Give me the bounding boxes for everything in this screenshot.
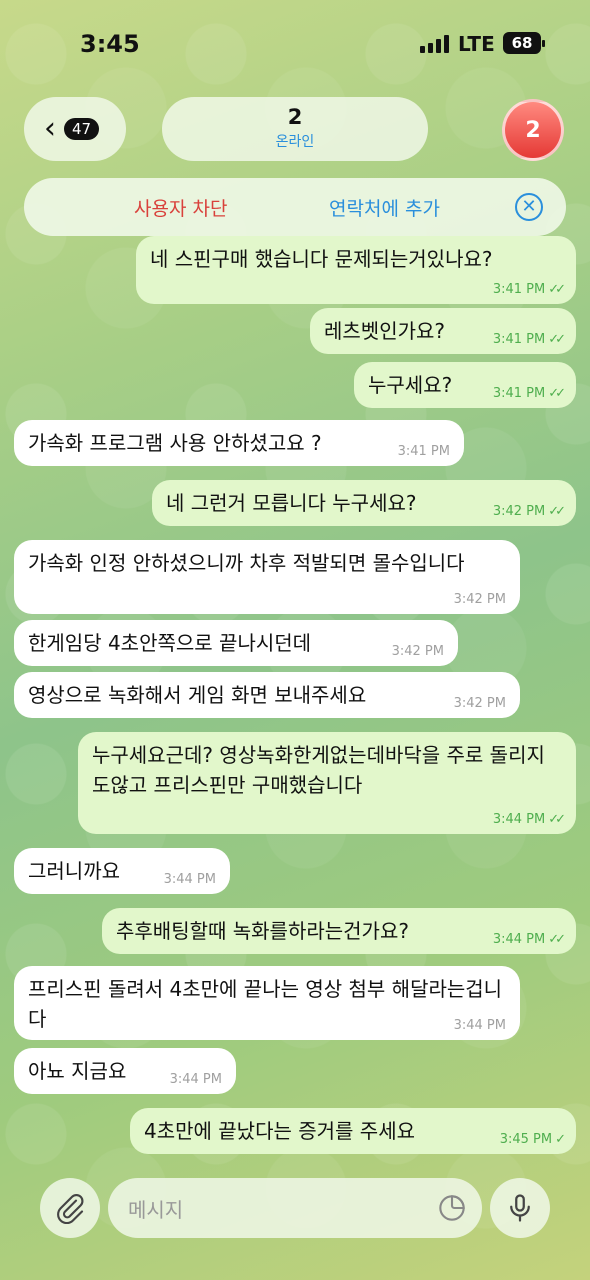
message-bubble[interactable]: 한게임당 4초안쪽으로 끝나시던데 3:42 PM (14, 620, 458, 666)
read-check-icon: ✓✓ (548, 812, 566, 827)
message-bubble[interactable]: 영상으로 녹화해서 게임 화면 보내주세요 3:42 PM (14, 672, 520, 718)
message-meta: 3:42 PM ✓✓ (492, 504, 566, 520)
network-label: LTE (458, 32, 495, 56)
message-bubble[interactable]: 프리스핀 돌려서 4초만에 끝나는 영상 첨부 해달라는겁니다 3:44 PM (14, 966, 520, 1040)
message-time: 3:42 PM (391, 644, 444, 659)
message-text: 프리스핀 돌려서 4초만에 끝나는 영상 첨부 해달라는겁니다 (28, 977, 503, 1031)
message-time: 3:41 PM (492, 332, 546, 347)
message-meta: 3:44 PM (164, 872, 216, 888)
sticker-icon[interactable] (438, 1194, 466, 1222)
message-bubble[interactable]: 4초만에 끝났다는 증거를 주세요 3:45 PM ✓ (130, 1108, 576, 1154)
message-meta: 3:44 PM (170, 1072, 222, 1088)
message-text: 추후배팅할때 녹화를하라는건가요? (116, 919, 409, 943)
message-bubble[interactable]: 그러니까요 3:44 PM (14, 848, 230, 894)
message-text: 네 스핀구매 했습니다 문제되는거있나요? (150, 247, 493, 271)
message-bubble[interactable]: 추후배팅할때 녹화를하라는건가요? 3:44 PM ✓✓ (102, 908, 576, 954)
unread-badge: 47 (64, 118, 100, 140)
message-input-placeholder: 메시지 (128, 1198, 184, 1222)
message-text: 레츠벳인가요? (324, 319, 446, 343)
message-meta: 3:44 PM (454, 1018, 506, 1034)
read-check-icon: ✓✓ (548, 504, 566, 519)
status-bar: 3:45 LTE 68 (0, 0, 590, 90)
message-meta: 3:42 PM (454, 696, 506, 712)
message-time: 3:44 PM (169, 1072, 222, 1087)
message-time: 3:41 PM (397, 444, 450, 459)
chat-status: 온라인 (275, 134, 315, 150)
message-time: 3:41 PM (492, 282, 546, 297)
message-bubble[interactable]: 네 그런거 모릅니다 누구세요? 3:42 PM ✓✓ (152, 480, 576, 526)
message-meta: 3:41 PM (398, 444, 450, 460)
message-meta: 3:45 PM ✓ (499, 1132, 566, 1148)
back-chevron-icon: ‹ (44, 111, 56, 146)
chat-name: 2 (287, 105, 303, 129)
message-input[interactable]: 메시지 (108, 1178, 482, 1238)
message-time: 3:44 PM (163, 872, 216, 887)
message-text: 누구세요근데? 영상녹화한게없는데바닥을 주로 돌리지도않고 프리스핀만 구매했… (92, 743, 545, 797)
message-text: 누구세요? (368, 373, 453, 397)
message-time: 3:42 PM (492, 504, 546, 519)
message-meta: 3:41 PM ✓✓ (492, 386, 566, 402)
message-time: 3:45 PM (499, 1132, 553, 1147)
read-check-icon: ✓ (555, 1132, 566, 1147)
message-time: 3:42 PM (453, 696, 506, 711)
message-text: 아뇨 지금요 (28, 1059, 127, 1083)
message-text: 4초만에 끝났다는 증거를 주세요 (144, 1119, 415, 1143)
block-user-button[interactable]: 사용자 차단 (134, 194, 227, 221)
message-meta: 3:41 PM ✓✓ (492, 332, 566, 348)
message-meta: 3:41 PM ✓✓ (492, 282, 566, 298)
message-text: 영상으로 녹화해서 게임 화면 보내주세요 (28, 683, 367, 707)
add-contact-button[interactable]: 연락처에 추가 (329, 194, 440, 221)
paperclip-icon (57, 1194, 84, 1224)
message-meta: 3:44 PM ✓✓ (492, 812, 566, 828)
message-text: 가속화 프로그램 사용 안하셨고요 ? (28, 431, 322, 455)
back-button[interactable]: ‹ 47 (24, 97, 126, 161)
message-meta: 3:42 PM (392, 644, 444, 660)
close-circle-icon[interactable]: ✕ (515, 193, 543, 221)
message-bubble[interactable]: 네 스핀구매 했습니다 문제되는거있나요? 3:41 PM ✓✓ (136, 236, 576, 304)
message-time: 3:44 PM (453, 1018, 506, 1033)
message-text: 그러니까요 (28, 859, 120, 883)
microphone-icon (510, 1194, 530, 1222)
action-bar: 사용자 차단 연락처에 추가 ✕ (24, 178, 566, 236)
message-meta: 3:44 PM ✓✓ (492, 932, 566, 948)
avatar[interactable]: 2 (502, 99, 564, 161)
message-bubble[interactable]: 누구세요근데? 영상녹화한게없는데바닥을 주로 돌리지도않고 프리스핀만 구매했… (78, 732, 576, 834)
message-time: 3:44 PM (492, 932, 546, 947)
message-text: 가속화 인정 안하셨으니까 차후 적발되면 몰수입니다 (28, 551, 465, 575)
message-bubble[interactable]: 누구세요? 3:41 PM ✓✓ (354, 362, 576, 408)
message-bubble[interactable]: 아뇨 지금요 3:44 PM (14, 1048, 236, 1094)
message-text: 네 그런거 모릅니다 누구세요? (166, 491, 417, 515)
message-text: 한게임당 4초안쪽으로 끝나시던데 (28, 631, 312, 655)
message-bubble[interactable]: 가속화 프로그램 사용 안하셨고요 ? 3:41 PM (14, 420, 464, 466)
read-check-icon: ✓✓ (548, 386, 566, 401)
chat-title[interactable]: 2 온라인 (162, 97, 428, 161)
signal-icon (420, 35, 449, 53)
attach-button[interactable] (40, 1178, 100, 1238)
message-bubble[interactable]: 가속화 인정 안하셨으니까 차후 적발되면 몰수입니다 3:42 PM (14, 540, 520, 614)
status-time: 3:45 (80, 30, 140, 58)
message-time: 3:44 PM (492, 812, 546, 827)
battery-icon: 68 (503, 32, 545, 54)
microphone-button[interactable] (490, 1178, 550, 1238)
read-check-icon: ✓✓ (548, 932, 566, 947)
message-time: 3:42 PM (453, 592, 506, 607)
message-meta: 3:42 PM (454, 592, 506, 608)
message-time: 3:41 PM (492, 386, 546, 401)
read-check-icon: ✓✓ (548, 332, 566, 347)
read-check-icon: ✓✓ (548, 282, 566, 297)
message-bubble[interactable]: 레츠벳인가요? 3:41 PM ✓✓ (310, 308, 576, 354)
